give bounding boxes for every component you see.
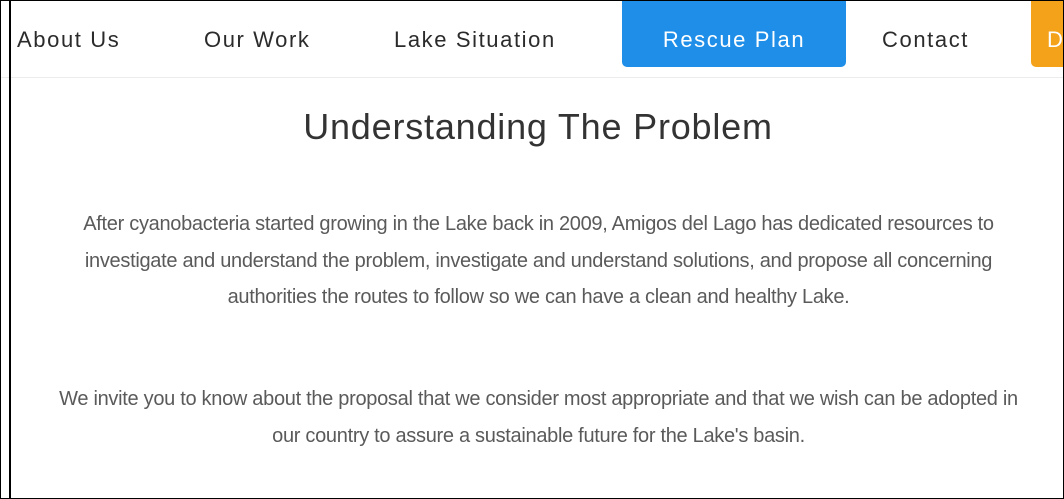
nav-item-our-work[interactable]: Our Work (204, 1, 311, 67)
page-title: Understanding The Problem (303, 106, 773, 147)
nav-item-about-us[interactable]: About Us (17, 1, 120, 67)
browser-viewport: About Us Our Work Lake Situation Rescue … (0, 0, 1064, 499)
left-border-rule (9, 0, 11, 499)
nav-item-rescue-plan[interactable]: Rescue Plan (622, 1, 846, 67)
nav-item-lake-situation[interactable]: Lake Situation (394, 1, 556, 67)
main-content: Understanding The Problem After cyanobac… (1, 78, 1063, 498)
main-navigation: About Us Our Work Lake Situation Rescue … (1, 1, 1063, 78)
nav-item-contact[interactable]: Contact (882, 1, 969, 67)
intro-paragraph: After cyanobacteria started growing in t… (83, 213, 994, 308)
nav-item-donate[interactable]: D (1031, 1, 1063, 67)
invite-paragraph: We invite you to know about the proposal… (59, 388, 1018, 447)
